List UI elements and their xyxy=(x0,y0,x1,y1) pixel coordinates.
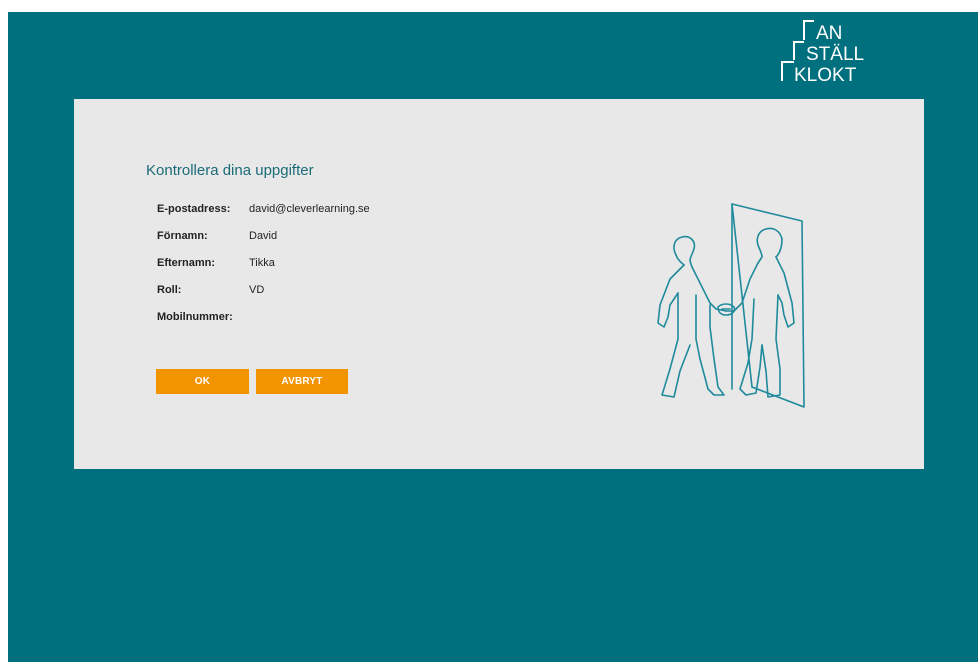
mobile-label: Mobilnummer: xyxy=(157,311,233,323)
role-label: Roll: xyxy=(157,284,182,296)
field-row-email: E-postadress: david@cleverlearning.se xyxy=(157,203,477,230)
ok-button[interactable]: OK xyxy=(156,369,249,394)
field-row-role: Roll: VD xyxy=(157,284,477,311)
logo-line1: AN xyxy=(816,23,842,44)
lastname-label: Efternamn: xyxy=(157,257,216,269)
field-row-mobile: Mobilnummer: xyxy=(157,311,477,338)
field-row-firstname: Förnamn: David xyxy=(157,230,477,257)
logo-line3: KLOKT xyxy=(794,65,857,84)
details-list: E-postadress: david@cleverlearning.se Fö… xyxy=(157,203,477,338)
email-label: E-postadress: xyxy=(157,203,231,215)
anstallklokt-logo[interactable]: AN STÄLL KLOKT xyxy=(774,18,864,86)
firstname-value: David xyxy=(249,230,278,242)
lastname-value: Tikka xyxy=(249,257,275,269)
role-value: VD xyxy=(249,284,265,296)
logo-line2: STÄLL xyxy=(806,44,864,65)
app-background: AN STÄLL KLOKT Kontrollera dina uppgifte… xyxy=(8,12,978,662)
confirm-details-panel: Kontrollera dina uppgifter E-postadress:… xyxy=(74,99,924,469)
firstname-label: Förnamn: xyxy=(157,230,208,242)
field-row-lastname: Efternamn: Tikka xyxy=(157,257,477,284)
logo-graphic: AN STÄLL KLOKT xyxy=(781,20,864,86)
page-title: Kontrollera dina uppgifter xyxy=(146,162,314,179)
cancel-button[interactable]: AVBRYT xyxy=(256,369,348,394)
email-value: david@cleverlearning.se xyxy=(249,203,370,215)
handshake-doorway-icon xyxy=(634,199,824,414)
